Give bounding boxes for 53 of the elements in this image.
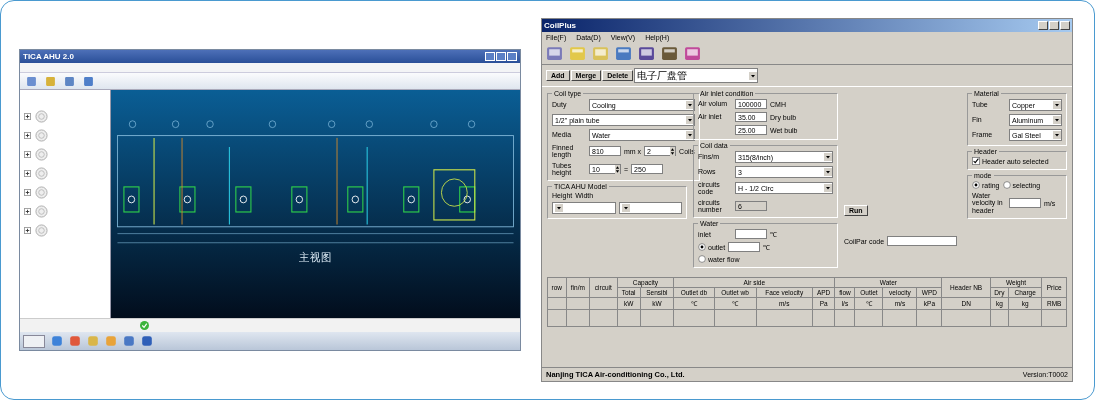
dropdown-arrow-icon — [1053, 116, 1061, 124]
radio-button[interactable] — [698, 255, 706, 264]
dropdown-arrow-icon — [824, 153, 832, 161]
radio-button[interactable] — [698, 243, 706, 252]
taskbar-icon[interactable] — [141, 335, 153, 347]
expand-icon[interactable] — [24, 189, 31, 196]
taskbar-icon[interactable] — [69, 335, 81, 347]
expand-icon[interactable] — [24, 113, 31, 120]
expand-icon[interactable] — [24, 170, 31, 177]
expand-icon[interactable] — [24, 208, 31, 215]
toolbar-icon[interactable] — [684, 45, 701, 62]
input-field[interactable] — [735, 229, 767, 240]
dropdown-arrow-icon — [621, 204, 630, 213]
dropdown-arrow-icon — [685, 116, 694, 124]
taskbar-icon[interactable] — [123, 335, 135, 347]
toolbar-icon[interactable] — [64, 75, 75, 87]
maximize-button[interactable] — [1049, 21, 1059, 30]
radio-button[interactable] — [972, 181, 980, 189]
input-field[interactable] — [1009, 198, 1041, 208]
dropdown-arrow-icon — [1053, 101, 1061, 109]
toolbar-icon[interactable] — [546, 45, 563, 62]
coilpar-code-field[interactable] — [887, 236, 958, 247]
window-title: TICA AHU 2.0 — [23, 52, 74, 61]
dropdown-arrow-icon — [824, 168, 832, 176]
close-button[interactable] — [1060, 21, 1070, 30]
taskbar-icon[interactable] — [51, 335, 63, 347]
checkbox[interactable] — [972, 157, 980, 165]
toolbar-icon[interactable] — [638, 45, 655, 62]
dropdown-arrow-icon — [685, 101, 694, 109]
dropdown[interactable] — [618, 202, 682, 215]
radio-button[interactable] — [1002, 181, 1011, 189]
start-button[interactable] — [23, 334, 45, 348]
input-field[interactable] — [728, 242, 761, 253]
toolbar-icon[interactable] — [26, 75, 37, 87]
toolbar-icon[interactable] — [615, 45, 632, 62]
expand-icon[interactable] — [24, 132, 31, 139]
dropdown-arrow-icon — [749, 71, 758, 80]
spinner-icon[interactable] — [615, 164, 620, 174]
toolbar-icon[interactable] — [83, 75, 94, 87]
toolbar-icon[interactable] — [661, 45, 678, 62]
dropdown-arrow-icon — [824, 184, 832, 193]
minimize-button[interactable] — [1038, 21, 1048, 30]
check-icon — [140, 321, 149, 330]
project-dropdown[interactable]: 电子厂盘管 — [634, 68, 759, 83]
view-caption: 主视图 — [299, 250, 332, 265]
spinner-icon[interactable] — [670, 146, 676, 156]
expand-icon[interactable] — [24, 151, 31, 158]
window-title: CoilPlus — [544, 21, 576, 30]
dropdown-arrow-icon — [685, 131, 694, 139]
expand-icon[interactable] — [24, 227, 31, 234]
dropdown[interactable] — [552, 202, 616, 215]
dropdown-arrow-icon — [1053, 131, 1061, 139]
dropdown-arrow-icon — [555, 204, 563, 213]
